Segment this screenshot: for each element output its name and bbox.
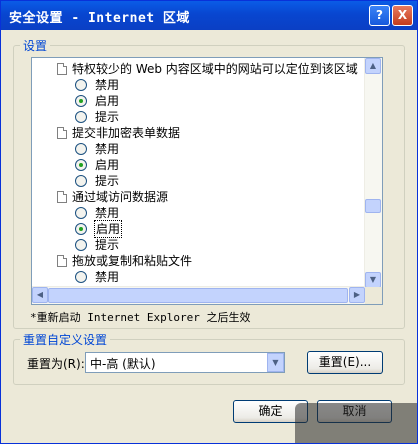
radio-icon[interactable] — [75, 143, 87, 155]
document-icon — [57, 63, 67, 75]
category-label: 拖放或复制和粘贴文件 — [72, 254, 193, 268]
vertical-scroll-thumb[interactable] — [365, 199, 381, 213]
option-label[interactable]: 禁用 — [95, 269, 119, 285]
scroll-corner — [365, 287, 382, 304]
scroll-left-button[interactable]: ◀ — [32, 287, 48, 303]
radio-selected-icon[interactable] — [75, 159, 87, 171]
radio-icon[interactable] — [75, 271, 87, 283]
security-settings-dialog: 安全设置 - Internet 区域 ? X 设置 特权较少的 Web 内容区域… — [0, 0, 418, 444]
category-label: 特权较少的 Web 内容区域中的网站可以定位到该区域 — [72, 62, 358, 76]
scroll-down-button[interactable]: ▼ — [365, 272, 381, 288]
scroll-right-button[interactable]: ▶ — [349, 287, 365, 303]
reset-level-value: 中-高 (默认) — [90, 357, 156, 371]
title-bar[interactable]: 安全设置 - Internet 区域 ? X — [1, 1, 417, 30]
option-label[interactable]: 禁用 — [95, 77, 119, 93]
vertical-scrollbar[interactable]: ▲ ▼ — [364, 58, 382, 288]
close-button[interactable]: X — [392, 5, 413, 26]
radio-icon[interactable] — [75, 207, 87, 219]
option-label[interactable]: 启用 — [95, 93, 119, 109]
reset-legend: 重置自定义设置 — [20, 331, 111, 348]
category-label: 提交非加密表单数据 — [72, 126, 181, 140]
option-label[interactable]: 启用 — [93, 220, 123, 238]
radio-icon[interactable] — [75, 239, 87, 251]
window-title: 安全设置 - Internet 区域 — [9, 11, 190, 26]
option-label[interactable]: 禁用 — [95, 205, 119, 221]
horizontal-scroll-thumb[interactable] — [48, 288, 348, 303]
chevron-down-icon[interactable]: ▼ — [267, 353, 284, 372]
restart-note: *重新启动 Internet Explorer 之后生效 — [30, 311, 251, 324]
reset-to-label: 重置为(R): — [27, 357, 85, 371]
settings-list[interactable]: 特权较少的 Web 内容区域中的网站可以定位到该区域 禁用 启用 提示 提交非加密表单数… — [31, 57, 383, 305]
option-label[interactable]: 禁用 — [95, 141, 119, 157]
document-icon — [57, 255, 67, 267]
radio-icon[interactable] — [75, 175, 87, 187]
reset-button[interactable]: 重置(E)... — [307, 351, 383, 374]
reset-level-select[interactable]: 中-高 (默认) ▼ — [85, 352, 285, 373]
document-icon — [57, 127, 67, 139]
option-label[interactable]: 提示 — [95, 109, 119, 125]
document-icon — [57, 191, 67, 203]
option-label[interactable]: 启用 — [95, 157, 119, 173]
category-label: 通过域访问数据源 — [72, 190, 169, 204]
scroll-up-button[interactable]: ▲ — [365, 58, 381, 74]
help-button[interactable]: ? — [369, 5, 390, 26]
radio-icon[interactable] — [75, 79, 87, 91]
radio-icon[interactable] — [75, 111, 87, 123]
settings-legend: 设置 — [20, 37, 51, 54]
option-label[interactable]: 提示 — [95, 173, 119, 189]
option-label[interactable]: 提示 — [95, 237, 119, 253]
radio-selected-icon[interactable] — [75, 223, 87, 235]
watermark — [295, 403, 417, 443]
radio-selected-icon[interactable] — [75, 95, 87, 107]
horizontal-scrollbar[interactable]: ◀ ▶ — [32, 286, 365, 304]
